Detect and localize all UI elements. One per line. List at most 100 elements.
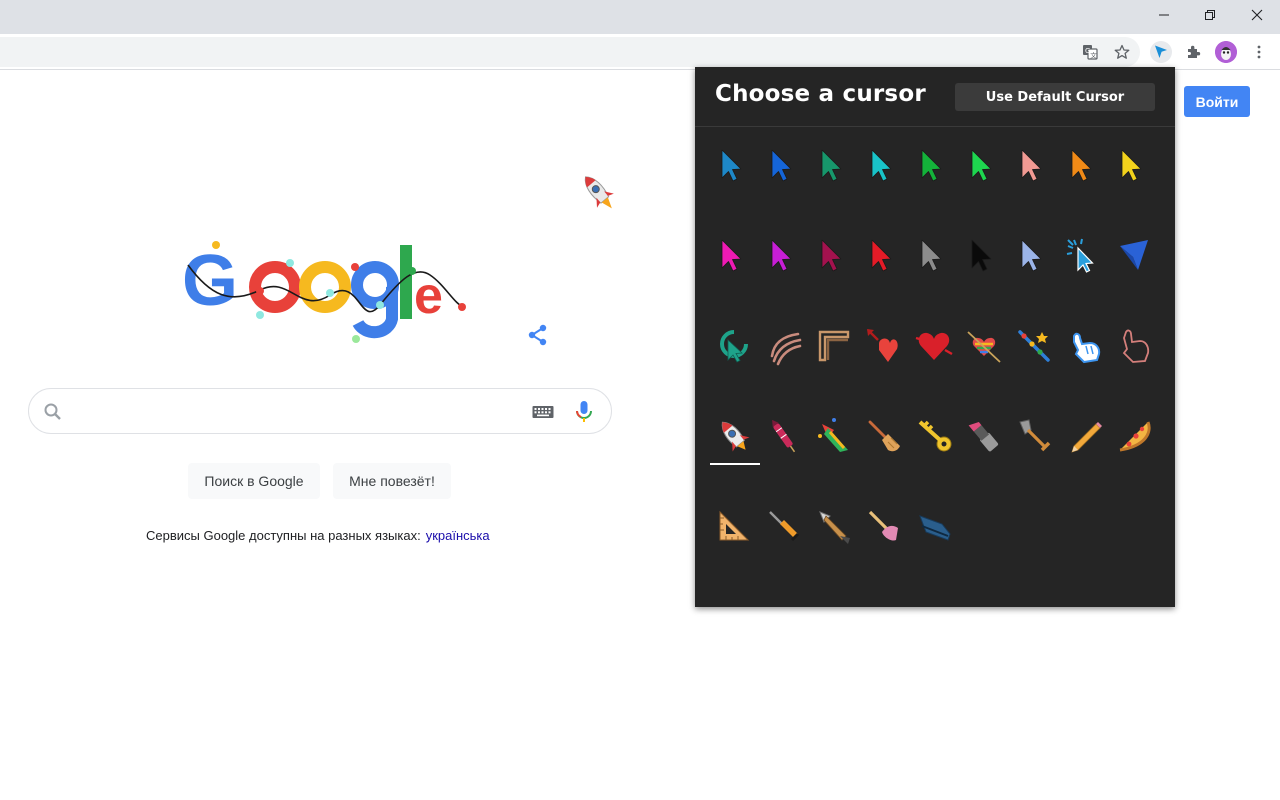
screwdriver-icon [769, 511, 800, 542]
arrow-teal-blue-icon [721, 149, 742, 182]
stapler-icon [919, 515, 951, 541]
cursor-option-heart-arrow[interactable] [859, 321, 909, 371]
cursor-option-party-popper[interactable] [809, 411, 859, 461]
use-default-cursor-button[interactable]: Use Default Cursor [955, 83, 1155, 111]
cursor-option-broom[interactable] [859, 411, 909, 461]
rocket-icon [721, 421, 750, 452]
heart-red-icon [915, 332, 953, 360]
circle-arrow-teal-icon [720, 330, 748, 363]
arrow-flat-blue-icon [1120, 240, 1148, 270]
popup-title: Choose a cursor [715, 81, 926, 107]
google-doodle[interactable]: G e [180, 235, 470, 345]
language-notice-text: Сервисы Google доступны на разных языках… [146, 528, 421, 543]
popup-header: Choose a cursor Use Default Cursor [695, 67, 1175, 127]
doodle-share-button[interactable] [526, 323, 550, 347]
bookmark-star-button[interactable] [1111, 41, 1133, 63]
cursor-option-arrow-blue[interactable] [759, 141, 809, 191]
google-search-button[interactable]: Поиск в Google [188, 463, 320, 499]
cursor-option-rocket[interactable] [709, 411, 760, 465]
cursor-option-arrow-red[interactable] [859, 231, 909, 281]
share-icon [528, 324, 547, 346]
address-bar[interactable] [0, 37, 1140, 67]
cursor-option-chevron-brown[interactable] [809, 321, 859, 371]
close-button[interactable] [1234, 0, 1280, 30]
cursor-option-heart-red[interactable] [909, 321, 959, 371]
arrow-maroon-icon [821, 239, 842, 272]
menu-icon [1257, 45, 1261, 59]
feeling-lucky-button[interactable]: Мне повезёт! [333, 463, 451, 499]
arrow-sparkle-blue-icon [1066, 238, 1094, 273]
chrome-menu-button[interactable] [1248, 41, 1270, 63]
keyboard-icon[interactable] [532, 404, 554, 420]
restore-button[interactable] [1187, 0, 1233, 30]
arrow-salmon-icon [1021, 149, 1042, 182]
cursor-option-pencil[interactable] [1059, 411, 1109, 461]
cursor-option-arrow-black[interactable] [959, 231, 1009, 281]
cursor-option-arrow-green[interactable] [909, 141, 959, 191]
cursor-option-arrow-teal-blue[interactable] [709, 141, 759, 191]
firework-icon [772, 419, 796, 453]
cursor-picker-popup: Choose a cursor Use Default Cursor [695, 67, 1175, 607]
cursor-option-arrow-orange[interactable] [1059, 141, 1109, 191]
cursor-option-arrow-sparkle-blue[interactable] [1059, 231, 1109, 281]
language-notice: Сервисы Google доступны на разных языках… [146, 528, 490, 543]
cursor-extension-button[interactable] [1150, 41, 1172, 63]
claw-stripes-icon [770, 332, 802, 366]
cursor-option-firework[interactable] [759, 411, 809, 461]
cursor-option-hand-pointer-outline[interactable] [1109, 321, 1159, 371]
cursor-option-arrow-light-blue[interactable] [1009, 231, 1059, 281]
minimize-icon [1159, 14, 1169, 16]
heart-arrow-icon [867, 329, 898, 362]
voice-search-icon[interactable] [573, 400, 595, 424]
extensions-button[interactable] [1183, 41, 1205, 63]
cursor-option-key[interactable] [909, 411, 959, 461]
rocket-doodle-decoration [573, 168, 625, 218]
restore-icon [1205, 10, 1215, 20]
cursor-option-arrow-green-dark[interactable] [809, 141, 859, 191]
language-link-ukrainian[interactable]: українська [426, 528, 490, 543]
search-input[interactable] [77, 397, 537, 427]
cursor-option-arrow-cyan[interactable] [859, 141, 909, 191]
shovel-icon [1019, 419, 1051, 452]
party-popper-icon [818, 418, 848, 452]
cursor-option-arrow-magenta[interactable] [709, 231, 759, 281]
cursor-option-arrow-maroon[interactable] [809, 231, 859, 281]
arrow-lime-icon [971, 149, 992, 182]
translate-button[interactable]: G 文 [1079, 41, 1101, 63]
chevron-brown-icon [818, 330, 850, 362]
puzzle-icon [1188, 45, 1201, 58]
cursor-option-magic-wand[interactable] [1009, 321, 1059, 371]
fountain-pen-icon [819, 511, 850, 544]
hand-pointer-outline-icon [1122, 329, 1150, 363]
cursor-option-arrow-purple[interactable] [759, 231, 809, 281]
cursor-option-arrow-gray[interactable] [909, 231, 959, 281]
arrow-black-icon [971, 239, 992, 272]
signin-button[interactable]: Войти [1184, 86, 1250, 117]
cursor-option-hand-pointer-blue[interactable] [1059, 321, 1109, 371]
cursor-option-set-square[interactable] [709, 501, 759, 551]
hand-pointer-blue-icon [1073, 332, 1101, 364]
cursor-option-arrow-salmon[interactable] [1009, 141, 1059, 191]
cursor-option-shovel[interactable] [1009, 411, 1059, 461]
cursor-extension-icon [1155, 45, 1167, 58]
avatar-icon [1215, 41, 1237, 63]
plunger-icon [868, 510, 898, 541]
cursor-option-fountain-pen[interactable] [809, 501, 859, 551]
cursor-option-plunger[interactable] [859, 501, 909, 551]
arrow-purple-icon [771, 239, 792, 272]
cursor-option-lipstick[interactable] [959, 411, 1009, 461]
cursor-option-pizza[interactable] [1109, 411, 1159, 461]
cursor-option-arrow-flat-blue[interactable] [1109, 231, 1159, 281]
key-icon [918, 420, 952, 452]
cursor-option-circle-arrow-teal[interactable] [709, 321, 759, 371]
cursor-option-arrow-yellow[interactable] [1109, 141, 1159, 191]
arrow-cyan-icon [871, 149, 892, 182]
cursor-option-arrow-lime[interactable] [959, 141, 1009, 191]
minimize-button[interactable] [1141, 0, 1187, 30]
cursor-option-claw-stripes[interactable] [759, 321, 809, 371]
cursor-option-stapler[interactable] [909, 501, 959, 551]
cursor-option-screwdriver[interactable] [759, 501, 809, 551]
profile-avatar[interactable] [1215, 41, 1237, 63]
cursor-option-rainbow-heart[interactable] [959, 321, 1009, 371]
arrow-gray-icon [921, 239, 942, 272]
